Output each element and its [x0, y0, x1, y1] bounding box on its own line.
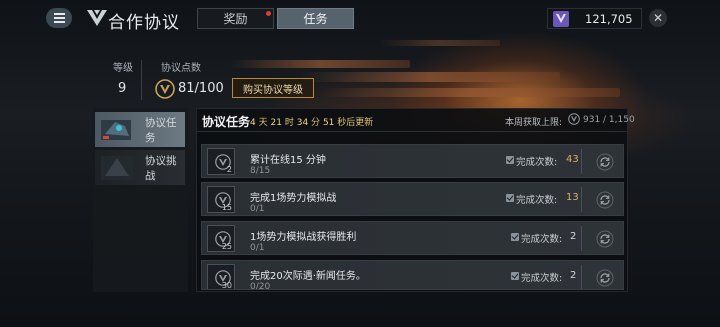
protocol-points-icon [155, 79, 175, 99]
divider [581, 226, 582, 251]
sidebar-item-protocol-challenges[interactable]: 协议挑战 [95, 150, 185, 185]
mission-panel-title: 协议任务 [202, 115, 251, 129]
sidebar-item-label: 协议任务 [145, 116, 177, 144]
reward-box: 2 [207, 148, 235, 175]
currency-display: 121,705 [547, 8, 642, 29]
completions-label: 完成次数: [516, 195, 558, 206]
completions-count: 13 [566, 192, 579, 203]
points-label: 协议点数 [161, 63, 201, 74]
refresh-countdown: 4 天 21 时 34 分 51 秒后更新 [250, 118, 374, 128]
completions-count: 43 [566, 154, 579, 165]
check-icon [511, 233, 519, 241]
weekly-cap-label: 本周获取上限: [505, 118, 563, 128]
reward-box: 25 [207, 225, 235, 252]
reward-box: 15 [207, 186, 235, 213]
completions-label: 完成次数: [521, 234, 563, 245]
divider [581, 149, 582, 174]
challenge-thumbnail-icon [95, 150, 139, 185]
menu-button[interactable] [46, 8, 72, 28]
background-ship [380, 40, 500, 46]
close-button[interactable]: ✕ [649, 9, 667, 27]
mission-row[interactable]: 25 1场势力模拟战获得胜利 0/1 完成次数: 2 [201, 221, 624, 255]
protocol-points-icon [568, 113, 580, 125]
refresh-icon[interactable] [596, 230, 614, 248]
completions-count: 2 [570, 231, 577, 242]
page-title: 合作协议 [108, 13, 180, 33]
completions-count: 2 [570, 270, 577, 281]
check-icon [506, 194, 514, 202]
reward-box: 30 [207, 264, 235, 290]
mission-name: 完成20次际遇·新闻任务。 [250, 271, 366, 282]
hamburger-icon [53, 17, 65, 19]
buy-level-button[interactable]: 购买协议等级 [232, 78, 314, 98]
divider [197, 131, 627, 132]
sidebar-item-protocol-missions[interactable]: 协议任务 [95, 112, 185, 147]
mission-progress: 0/20 [250, 282, 271, 290]
divider [581, 265, 582, 289]
mission-thumbnail-icon [95, 112, 139, 147]
mission-progress: 0/1 [250, 204, 265, 214]
refresh-icon[interactable] [596, 153, 614, 171]
reward-amount: 25 [221, 242, 232, 251]
weekly-cap-value: 931 / 1,150 [583, 115, 635, 125]
check-icon [506, 156, 514, 164]
mission-progress: 0/1 [250, 243, 265, 253]
level-value: 9 [118, 81, 127, 96]
credits-icon [553, 10, 569, 27]
alliance-logo-icon [87, 10, 107, 26]
points-value: 81/100 [178, 81, 224, 96]
mission-row[interactable]: 15 完成1场势力模拟战 0/1 完成次数: 13 [201, 182, 624, 216]
reward-amount: 30 [221, 281, 232, 290]
refresh-icon[interactable] [596, 269, 614, 287]
close-icon: ✕ [652, 11, 664, 25]
check-icon [511, 272, 519, 280]
mission-name: 1场势力模拟战获得胜利 [250, 232, 357, 243]
tab-rewards[interactable]: 奖励 [197, 8, 274, 29]
divider [581, 187, 582, 212]
completions-label: 完成次数: [521, 273, 563, 284]
background-ship [300, 72, 560, 82]
divider [141, 60, 142, 100]
sidebar: 协议任务 协议挑战 [93, 108, 188, 292]
background-ship [230, 60, 410, 68]
reward-amount: 15 [221, 203, 232, 212]
background-ship [320, 88, 620, 97]
tab-missions[interactable]: 任务 [277, 8, 354, 29]
sidebar-item-label: 协议挑战 [145, 154, 177, 182]
completions-label: 完成次数: [516, 157, 558, 168]
mission-row[interactable]: 30 完成20次际遇·新闻任务。 0/20 完成次数: 2 [201, 260, 624, 290]
notification-dot [266, 11, 271, 16]
mission-name: 累计在线15 分钟 [250, 155, 326, 166]
refresh-icon[interactable] [596, 191, 614, 209]
mission-row[interactable]: 2 累计在线15 分钟 8/15 完成次数: 43 [201, 144, 624, 178]
level-label: 等级 [113, 63, 133, 74]
mission-name: 完成1场势力模拟战 [250, 193, 337, 204]
currency-value: 121,705 [585, 11, 633, 26]
reward-amount: 2 [226, 165, 232, 174]
mission-progress: 8/15 [250, 166, 271, 176]
